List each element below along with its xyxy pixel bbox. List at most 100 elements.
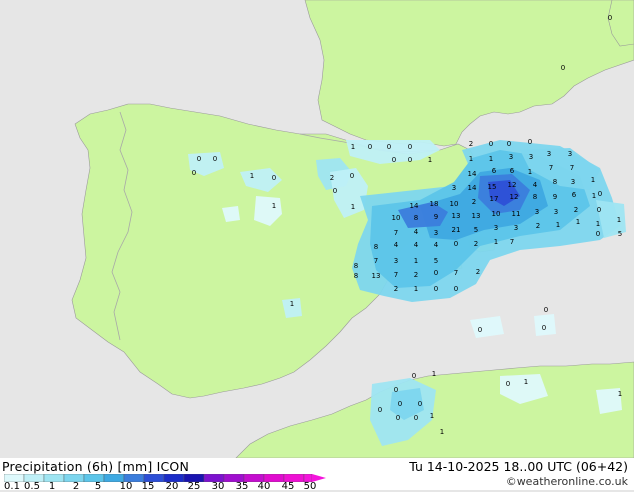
precip-value-label: 0 <box>544 306 548 314</box>
precip-value-label: 17 <box>490 195 499 203</box>
precip-value-label: 21 <box>452 226 461 234</box>
precip-value-label: 1 <box>351 143 355 151</box>
precip-value-label: 7 <box>394 271 398 279</box>
precip-value-label: 1 <box>556 221 560 229</box>
precip-value-label: 0 <box>368 143 372 151</box>
precip-value-label: 13 <box>472 212 481 220</box>
precip-value-label: 8 <box>553 178 557 186</box>
precip-value-label: 2 <box>536 222 540 230</box>
precip-value-label: 0 <box>387 143 391 151</box>
precip-value-label: 2 <box>469 140 473 148</box>
precip-value-label: 0 <box>350 172 354 180</box>
precip-value-label: 3 <box>509 153 513 161</box>
scale-tick-label: 15 <box>141 481 155 492</box>
credit: ©weatheronline.co.uk <box>505 475 628 488</box>
precip-value-label: 1 <box>494 238 498 246</box>
precip-value-label: 1 <box>469 155 473 163</box>
precip-value-label: 1 <box>351 203 355 211</box>
precip-value-label: 13 <box>372 272 381 280</box>
precip-value-label: 0 <box>507 140 511 148</box>
precip-value-label: 0 <box>272 174 276 182</box>
precip-value-label: 12 <box>510 193 519 201</box>
precip-value-label: 0 <box>378 406 382 414</box>
scale-tick-label: 35 <box>235 481 249 492</box>
scale-tick-label: 25 <box>187 481 201 492</box>
scale-tick-label: 2 <box>72 481 80 492</box>
precip-value-label: 6 <box>492 167 497 175</box>
precip-value-label: 2 <box>472 198 476 206</box>
precip-value-label: 1 <box>428 156 432 164</box>
run-label: Tu 14-10-2025 18..00 UTC (06+42) <box>409 459 628 474</box>
precip-value-label: 0 <box>412 372 416 380</box>
precip-value-label: 0 <box>478 326 482 334</box>
precip-value-label: 2 <box>476 268 480 276</box>
precip-value-label: 4 <box>434 241 439 249</box>
precip-value-label: 0 <box>434 269 438 277</box>
precip-value-label: 2 <box>330 174 334 182</box>
precip-value-label: 5 <box>434 257 438 265</box>
precip-value-label: 0 <box>398 400 402 408</box>
precip-value-label: 1 <box>617 216 621 224</box>
scale-tick-label: 0.1 <box>4 481 20 492</box>
precip-value-label: 2 <box>414 271 418 279</box>
precip-value-label: 0 <box>597 206 601 214</box>
scale-tick-label: 30 <box>211 481 225 492</box>
precip-value-label: 7 <box>454 269 458 277</box>
precip-value-label: 10 <box>450 200 459 208</box>
precip-value-label: 14 <box>468 184 477 192</box>
footer: Precipitation (6h) [mm] ICON Tu 14-10-20… <box>0 458 634 492</box>
precip-value-label: 0 <box>608 14 612 22</box>
precip-value-label: 0 <box>213 155 217 163</box>
precip-value-label: 8 <box>414 214 418 222</box>
precip-value-label: 2 <box>394 285 398 293</box>
precip-value-label: 0 <box>392 156 396 164</box>
precip-value-label: 1 <box>524 378 528 386</box>
precip-value-label: 14 <box>410 202 419 210</box>
scale-tick-label: 20 <box>165 481 179 492</box>
precip-value-label: 0 <box>489 140 493 148</box>
precip-value-label: 3 <box>568 150 572 158</box>
precip-value-label: 0 <box>454 285 458 293</box>
precip-value-label: 7 <box>374 257 378 265</box>
precip-value-label: 3 <box>394 257 398 265</box>
scale-tick-label: 45 <box>281 481 295 492</box>
precip-value-label: 7 <box>549 164 553 172</box>
precip-value-label: 0 <box>394 386 398 394</box>
precip-value-label: 1 <box>430 412 434 420</box>
precip-value-label: 3 <box>434 229 438 237</box>
precip-value-label: 11 <box>512 210 521 218</box>
precip-value-label: 7 <box>394 229 398 237</box>
precip-value-label: 1 <box>596 220 600 228</box>
precip-value-label: 7 <box>510 238 514 246</box>
precip-value-label: 5 <box>474 226 478 234</box>
precip-value-label: 8 <box>354 262 358 270</box>
precip-value-label: 0 <box>596 230 600 238</box>
precip-value-label: 3 <box>547 150 551 158</box>
precipitation-map: 0 00 1 0 2 001111 0 0 010 02 0 0 01 1 3 3 3 314 6 6 13 14 15 12… <box>0 0 634 458</box>
precip-value-label: 0 <box>598 190 602 198</box>
precip-value-label: 8 <box>354 272 358 280</box>
precip-value-label: 6 <box>510 167 515 175</box>
precip-value-label: 0 <box>528 138 532 146</box>
precip-value-label: 10 <box>392 214 401 222</box>
precip-value-label: 1 <box>489 155 493 163</box>
precip-value-label: 1 <box>290 300 294 308</box>
scale-tick-label: 1 <box>48 481 56 492</box>
precip-value-label: 1 <box>414 285 418 293</box>
precip-value-label: 1 <box>414 257 418 265</box>
precip-value-label: 2 <box>574 206 578 214</box>
scale-tick-label: 5 <box>94 481 102 492</box>
map-title: Precipitation (6h) [mm] ICON <box>2 459 189 474</box>
precip-value-label: 0 <box>192 169 196 177</box>
precip-value-label: 1 <box>592 192 596 200</box>
precip-value-label: 4 <box>533 181 538 189</box>
precip-value-label: 18 <box>430 200 439 208</box>
scale-tick-label: 50 <box>303 481 317 492</box>
precip-value-label: 0 <box>197 155 201 163</box>
precip-value-label: 1 <box>591 176 595 184</box>
precip-value-label: 0 <box>454 240 458 248</box>
precip-value-label: 8 <box>374 243 378 251</box>
scale-tick-label: 0.5 <box>24 481 40 492</box>
precip-value-label: 7 <box>570 164 574 172</box>
precip-value-label: 2 <box>474 240 478 248</box>
